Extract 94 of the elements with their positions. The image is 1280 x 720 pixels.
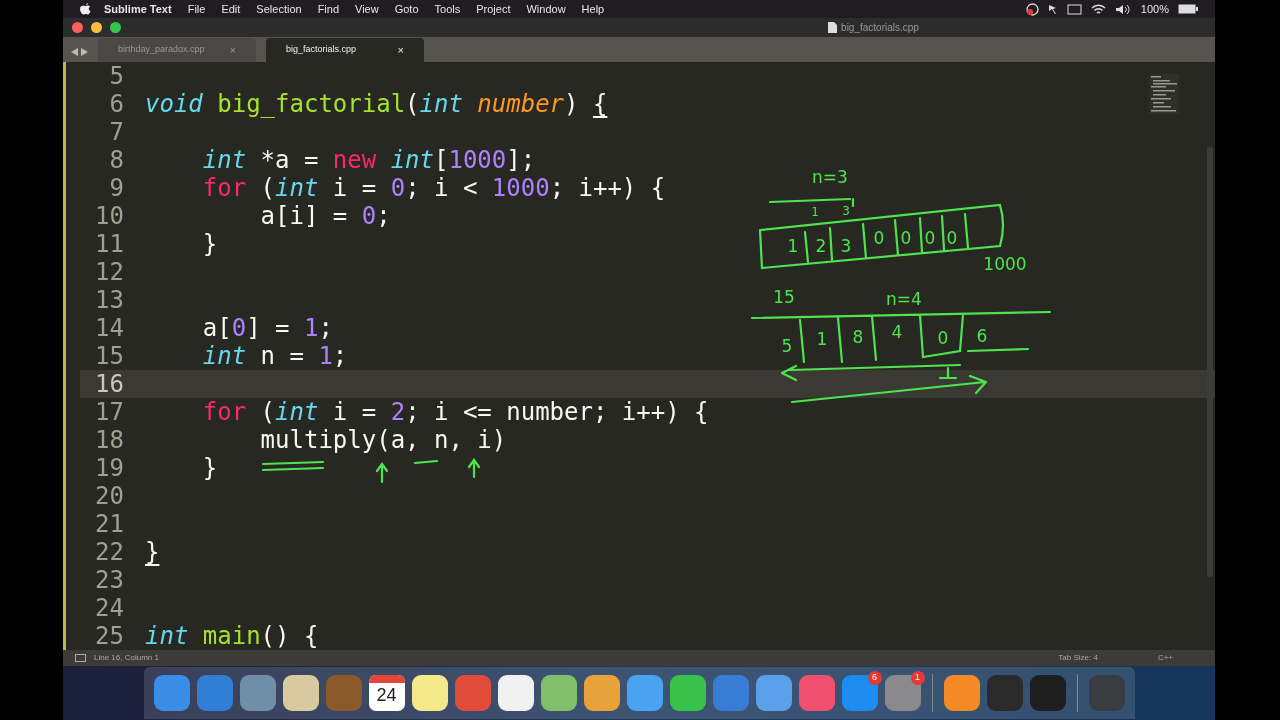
app-icon[interactable] (153, 675, 190, 711)
close-window-button[interactable] (72, 22, 83, 33)
app-icon[interactable] (583, 675, 620, 711)
line-number: 15 (94, 342, 124, 370)
line-number: 23 (94, 566, 124, 594)
close-tab-button[interactable]: × (397, 41, 404, 59)
display-icon[interactable] (1066, 3, 1082, 15)
menu-item[interactable]: File (187, 0, 206, 18)
tab-forward-icon[interactable] (81, 48, 88, 56)
app-icon[interactable] (943, 675, 980, 711)
line-number: 9 (108, 174, 124, 202)
file-tab[interactable]: big_factorials.cpp × (266, 38, 424, 62)
panel-icon[interactable] (75, 654, 86, 662)
code-line: a[i] = 0; (259, 202, 391, 230)
line-number: 6 (108, 90, 124, 118)
code-line: for (int i = 0; i < 1000; i++) { (201, 174, 666, 202)
line-number: 21 (94, 510, 124, 538)
code-line: } (201, 454, 218, 482)
handwritten-label: 0 (924, 228, 936, 248)
code-line: a[0] = 1; (201, 314, 333, 342)
menu-item[interactable]: View (355, 0, 379, 18)
minimap[interactable] (1149, 74, 1179, 114)
line-number: 14 (94, 314, 124, 342)
zoom-window-button[interactable] (110, 22, 121, 33)
code-line: int main() { (145, 622, 319, 650)
line-number: 17 (94, 398, 124, 426)
handwritten-label: 6 (976, 326, 988, 346)
handwritten-label: 8 (852, 327, 864, 347)
handwritten-label: 2 (815, 236, 827, 256)
handwritten-label: 0 (900, 228, 912, 248)
menu-item[interactable]: Selection (256, 0, 302, 18)
app-icon[interactable] (669, 675, 706, 711)
menu-item[interactable]: Edit (221, 0, 241, 18)
line-number: 10 (94, 202, 124, 230)
menu-item[interactable]: Tools (434, 0, 461, 18)
handwritten-label: 0 (937, 328, 949, 348)
handwritten-label: 1000 (983, 254, 1027, 274)
app-icon[interactable] (497, 675, 534, 711)
line-number: 22 (94, 538, 124, 566)
handwritten-label: 3 (842, 204, 850, 218)
code-line: int n = 1; (201, 342, 348, 370)
line-number: 8 (108, 146, 124, 174)
line-number: 7 (108, 118, 124, 146)
document-icon (828, 22, 838, 33)
handwritten-label: 4 (891, 322, 903, 342)
handwritten-label: 15 (773, 287, 795, 307)
handwritten-label: 3 (840, 236, 852, 256)
handwritten-label: 0 (873, 228, 885, 248)
line-number: 5 (108, 62, 124, 90)
handwritten-label: 1 (816, 329, 828, 349)
line-number: 20 (94, 482, 124, 510)
menu-item[interactable]: Help (581, 0, 605, 18)
handwritten-label: 1 (811, 205, 819, 219)
minimize-window-button[interactable] (91, 22, 102, 33)
app-icon[interactable] (411, 675, 448, 711)
app-icon[interactable] (282, 675, 319, 711)
line-number: 12 (94, 258, 124, 286)
calendar-icon[interactable]: 24 (368, 675, 405, 711)
line-number: 19 (94, 454, 124, 482)
cursor-icon[interactable] (1047, 3, 1058, 15)
line-number: 24 (94, 594, 124, 622)
tab-back-icon[interactable] (71, 48, 78, 56)
menu-item[interactable]: Find (317, 0, 340, 18)
app-icon[interactable] (540, 675, 577, 711)
apple-logo-icon[interactable] (80, 2, 91, 16)
handwritten-label: 0 (946, 228, 958, 248)
battery-icon[interactable] (1178, 4, 1198, 14)
handwritten-label: n=4 (886, 289, 922, 309)
app-menu[interactable]: Sublime Text (104, 0, 172, 18)
code-line: for (int i = 2; i <= number; i++) { (201, 398, 709, 426)
handwritten-label: n=3 (812, 167, 848, 187)
code-line: void big_factorial(int number) { (145, 90, 608, 118)
clock-icon[interactable] (1025, 2, 1039, 16)
menu-item[interactable]: Project (476, 0, 511, 18)
code-line: } (145, 538, 160, 566)
cursor-position: Line 16, Column 1 (94, 652, 159, 664)
handwritten-label: 5 (781, 336, 793, 356)
menu-item[interactable]: Window (526, 0, 566, 18)
line-number: 11 (94, 230, 124, 258)
line-number: 25 (94, 622, 124, 650)
code-line: multiply(a, n, i) (259, 426, 507, 454)
menu-item[interactable]: Goto (394, 0, 419, 18)
volume-icon[interactable] (1114, 3, 1132, 15)
window-title: big_factorials.cpp (841, 21, 919, 35)
code-line: } (201, 230, 218, 258)
line-number: 16 (94, 370, 124, 398)
line-number: 13 (94, 286, 124, 314)
wifi-icon[interactable] (1090, 3, 1106, 15)
line-number: 18 (94, 426, 124, 454)
handwritten-label: 1 (787, 236, 799, 256)
syntax-setting[interactable]: C++ (1157, 652, 1173, 664)
code-line: int *a = new int[1000]; (201, 146, 536, 174)
battery-percentage: 100% (1140, 1, 1169, 17)
tab-size-setting[interactable]: Tab Size: 4 (1058, 652, 1098, 664)
